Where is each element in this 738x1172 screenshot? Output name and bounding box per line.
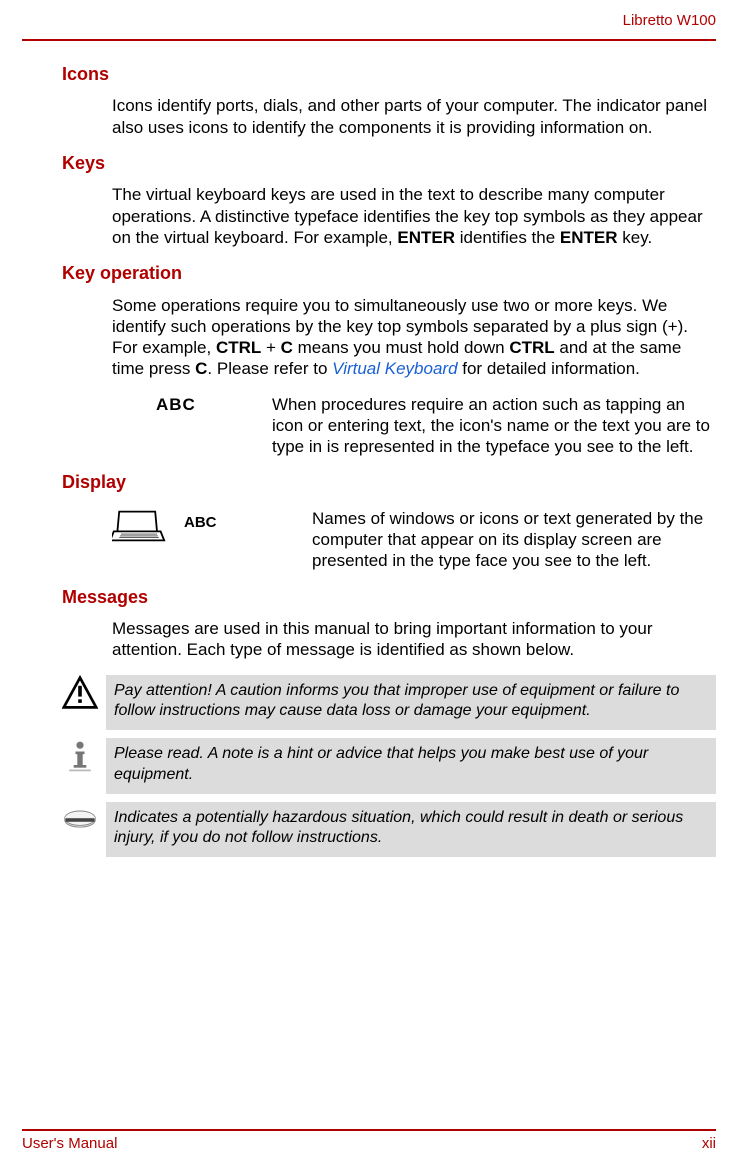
laptop-icon bbox=[112, 508, 166, 544]
keyop-body: Some operations require you to simultane… bbox=[112, 295, 716, 380]
info-icon bbox=[62, 738, 98, 774]
keyop-text-post: . Please refer to bbox=[207, 359, 332, 378]
display-row: ABC Names of windows or icons or text ge… bbox=[112, 508, 716, 572]
footer-right: xii bbox=[702, 1135, 716, 1154]
keys-key2: ENTER bbox=[560, 228, 618, 247]
footer-row: User's Manual xii bbox=[22, 1135, 716, 1154]
keyop-sample-label-area: ABC bbox=[112, 394, 272, 415]
icons-body: Icons identify ports, dials, and other p… bbox=[112, 95, 716, 138]
display-sample-label: ABC bbox=[184, 508, 217, 533]
caution-box: Pay attention! A caution informs you tha… bbox=[62, 675, 716, 731]
keyop-sample-row: ABC When procedures require an action su… bbox=[112, 394, 716, 458]
note-text: Please read. A note is a hint or advice … bbox=[106, 738, 716, 794]
hazard-icon bbox=[62, 802, 98, 838]
bottom-rule bbox=[22, 1129, 716, 1131]
caution-text: Pay attention! A caution informs you tha… bbox=[106, 675, 716, 731]
hazard-text: Indicates a potentially hazardous situat… bbox=[106, 802, 716, 858]
keys-body: The virtual keyboard keys are used in th… bbox=[112, 184, 716, 248]
heading-icons: Icons bbox=[62, 63, 716, 86]
keys-text-post: key. bbox=[618, 228, 653, 247]
heading-messages: Messages bbox=[62, 586, 716, 609]
display-label-area: ABC bbox=[112, 508, 312, 544]
messages-intro: Messages are used in this manual to brin… bbox=[112, 618, 716, 661]
keyop-sample-desc: When procedures require an action such a… bbox=[272, 394, 716, 458]
note-box: Please read. A note is a hint or advice … bbox=[62, 738, 716, 794]
heading-keys: Keys bbox=[62, 152, 716, 175]
keyop-k1: CTRL bbox=[216, 338, 261, 357]
hazard-box: Indicates a potentially hazardous situat… bbox=[62, 802, 716, 858]
keyop-text-mid: means you must hold down bbox=[293, 338, 509, 357]
keyop-k2: C bbox=[281, 338, 293, 357]
page-container: Libretto W100 Icons Icons identify ports… bbox=[0, 0, 738, 857]
keys-key1: ENTER bbox=[397, 228, 455, 247]
heading-display: Display bbox=[62, 471, 716, 494]
keyop-sample-label: ABC bbox=[156, 394, 196, 415]
keyop-k3: CTRL bbox=[509, 338, 554, 357]
keyop-text-end: for detailed information. bbox=[458, 359, 640, 378]
caution-icon bbox=[62, 675, 98, 711]
display-sample-desc: Names of windows or icons or text genera… bbox=[312, 508, 716, 572]
footer-left: User's Manual bbox=[22, 1135, 117, 1154]
heading-keyop: Key operation bbox=[62, 262, 716, 285]
content-area: Icons Icons identify ports, dials, and o… bbox=[22, 41, 716, 858]
keys-text-mid: identifies the bbox=[455, 228, 560, 247]
keyop-plus: + bbox=[261, 338, 280, 357]
keyop-k4: C bbox=[195, 359, 207, 378]
header-product-label: Libretto W100 bbox=[22, 10, 716, 39]
footer-area: User's Manual xii bbox=[22, 1129, 716, 1154]
virtual-keyboard-link[interactable]: Virtual Keyboard bbox=[332, 359, 457, 378]
